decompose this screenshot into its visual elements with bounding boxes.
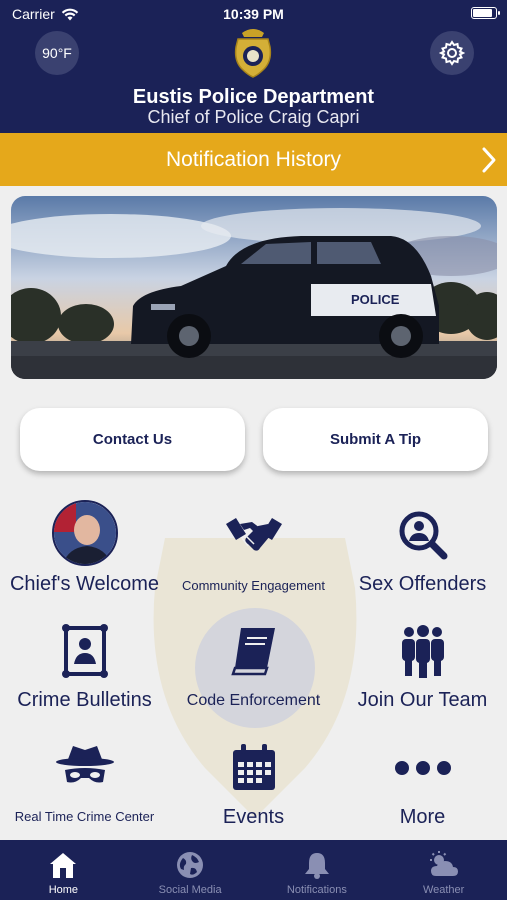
tile-label: Sex Offenders: [358, 573, 487, 595]
tile-code-enforcement[interactable]: Code Enforcement: [169, 622, 338, 717]
portrait-frame-icon: [61, 624, 108, 678]
tile-label: Code Enforcement: [186, 692, 321, 709]
tab-home[interactable]: Home: [0, 840, 127, 900]
app-header: Carrier 10:39 PM 90°F Eustis Police Depa…: [0, 0, 507, 133]
tile-label: Join Our Team: [357, 689, 488, 711]
tile-real-time-crime-center[interactable]: Real Time Crime Center: [0, 742, 169, 832]
tile-chiefs-welcome[interactable]: Chief's Welcome: [0, 500, 169, 600]
tile-crime-bulletins[interactable]: Crime Bulletins: [0, 622, 169, 717]
status-bar: Carrier 10:39 PM: [0, 6, 507, 24]
tile-community-engagement[interactable]: Community Engagement: [169, 500, 338, 600]
battery-icon: [471, 7, 500, 19]
tile-label: More: [399, 806, 446, 828]
temperature-button[interactable]: 90°F: [35, 31, 79, 75]
chevron-right-icon: [482, 147, 496, 173]
police-badge-logo: [234, 29, 272, 78]
department-title: Eustis Police Department: [132, 86, 375, 108]
tab-notifications[interactable]: Notifications: [254, 840, 381, 900]
tile-label: Chief's Welcome: [9, 573, 160, 595]
department-subtitle: Chief of Police Craig Capri: [147, 107, 360, 127]
police-car-photo: POLICE: [11, 196, 497, 379]
bell-icon: [304, 853, 329, 879]
contact-us-button[interactable]: Contact Us: [20, 408, 245, 471]
tile-label: Events: [222, 806, 285, 828]
battery-fill: [473, 9, 492, 17]
calendar-icon: [232, 744, 275, 790]
gear-icon: [439, 40, 465, 66]
notification-history-label: Notification History: [165, 147, 342, 171]
tile-label: Real Time Crime Center: [14, 809, 155, 824]
tile-sex-offenders[interactable]: Sex Offenders: [338, 500, 507, 600]
home-icon: [50, 853, 77, 878]
handshake-icon: [225, 518, 282, 551]
tab-label: Notifications: [286, 884, 347, 896]
svg-text:POLICE: POLICE: [351, 292, 400, 307]
tile-more[interactable]: More: [338, 742, 507, 832]
tab-label: Home: [48, 884, 79, 896]
tile-join-our-team[interactable]: Join Our Team: [338, 622, 507, 717]
user-search-icon: [399, 511, 447, 560]
book-icon: [230, 628, 275, 676]
globe-icon: [177, 852, 204, 878]
tile-events[interactable]: Events: [169, 742, 338, 832]
weather-icon: [429, 851, 458, 876]
settings-button[interactable]: [430, 31, 474, 75]
tab-weather[interactable]: Weather: [380, 840, 507, 900]
group-icon: [401, 625, 444, 678]
notification-history-bar[interactable]: Notification History: [0, 133, 507, 186]
submit-tip-button[interactable]: Submit A Tip: [263, 408, 488, 471]
more-dots-icon: [394, 761, 451, 775]
status-time: 10:39 PM: [223, 6, 284, 22]
tile-label: Community Engagement: [181, 578, 326, 593]
tab-label: Social Media: [158, 884, 222, 896]
spy-icon: [55, 746, 114, 783]
tab-label: Weather: [422, 884, 465, 896]
chief-avatar: [51, 500, 118, 566]
tab-social-media[interactable]: Social Media: [127, 840, 254, 900]
tab-bar: Home Social Media Notifications Weather: [0, 840, 507, 900]
tile-label: Crime Bulletins: [17, 689, 152, 711]
